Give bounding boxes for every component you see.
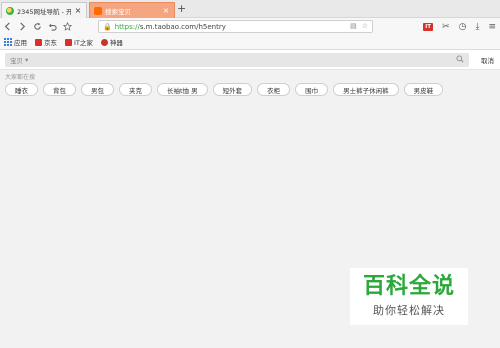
hot-search-chips: 睡衣 背包 男包 夹克 长袖t恤 男 短外套 衣柜 围巾 男士裤子休闲裤 男皮鞋 (5, 83, 444, 96)
it-extension-icon[interactable]: IT (423, 22, 434, 31)
reload-icon (34, 22, 41, 30)
search-type-select[interactable]: 宝贝 ▾ (10, 55, 28, 65)
cancel-button[interactable]: 取消 (481, 55, 494, 65)
history-icon[interactable]: ◷ (459, 22, 467, 32)
tab-2345[interactable]: 2345网址导航 - 开创中国 × (1, 2, 87, 18)
back-button[interactable] (0, 19, 15, 34)
search-chip[interactable]: 背包 (43, 83, 76, 96)
2345-icon (6, 6, 14, 15)
undo-button[interactable] (45, 19, 60, 34)
bookmark-apps[interactable]: 应用 (4, 37, 27, 47)
close-tab-icon[interactable]: × (74, 6, 82, 15)
search-chip[interactable]: 男皮鞋 (403, 83, 444, 96)
search-chip[interactable]: 睡衣 (5, 83, 38, 96)
search-icon[interactable] (456, 55, 464, 65)
back-icon (4, 22, 10, 31)
search-chip[interactable]: 夹克 (119, 83, 152, 96)
menu-icon[interactable]: ≡ (488, 22, 496, 32)
bookmark-star-icon[interactable]: ☆ (362, 22, 368, 30)
search-chip[interactable]: 衣柜 (257, 83, 291, 96)
search-input[interactable]: 宝贝 ▾ (5, 53, 469, 67)
tab-label: 搜索宝贝 (105, 7, 131, 16)
bookmark-ithome[interactable]: IT之家 (65, 37, 93, 47)
star-icon (63, 22, 72, 31)
scissors-icon[interactable]: ✂ (442, 22, 450, 32)
nav-bar: 🔒 https://s.m.taobao.com/h5entry ▤ ☆ IT … (0, 18, 500, 35)
undo-icon (48, 23, 57, 31)
search-chip[interactable]: 长袖t恤 男 (157, 83, 208, 96)
lock-icon: 🔒 (103, 22, 112, 31)
search-chip[interactable]: 男士裤子休闲裤 (333, 83, 399, 96)
search-chip[interactable]: 短外套 (212, 83, 253, 96)
new-tab-button[interactable]: + (177, 3, 186, 15)
watermark-title: 百科全说 (362, 274, 455, 299)
close-tab-icon[interactable]: × (162, 6, 170, 15)
jd-icon (35, 38, 42, 46)
forward-button[interactable] (15, 19, 30, 34)
download-icon[interactable]: ⤓ (475, 22, 479, 32)
address-bar[interactable]: 🔒 https://s.m.taobao.com/h5entry ▤ ☆ (98, 20, 373, 33)
toolbar-right: IT ✂ ◷ ⤓ ≡ (423, 20, 496, 33)
hot-search-title: 大家都在搜 (5, 74, 36, 81)
search-bar: 宝贝 ▾ 取消 (0, 50, 500, 70)
shenqi-icon (100, 38, 108, 46)
tab-label: 2345网址导航 - 开创中国 (17, 7, 71, 16)
ithome-icon (65, 38, 72, 46)
chevron-down-icon: ▾ (25, 56, 29, 64)
watermark-logo: 百科全说 助你轻松解决 (350, 268, 468, 325)
bookmark-jd[interactable]: 京东 (35, 37, 57, 47)
watermark-subtitle: 助你轻松解决 (373, 304, 445, 317)
search-chip[interactable]: 围巾 (295, 83, 329, 96)
tab-taobao-search[interactable]: 搜索宝贝 × (89, 2, 175, 18)
favorite-button[interactable] (60, 19, 75, 34)
page-icon[interactable]: ▤ (350, 22, 357, 30)
forward-icon (20, 22, 26, 31)
search-chip[interactable]: 男包 (81, 83, 114, 96)
apps-grid-icon (4, 38, 12, 46)
bookmarks-bar: 应用 京东 IT之家 神器 (0, 35, 500, 50)
bookmark-shenqi[interactable]: 神器 (100, 37, 123, 47)
tab-strip: 2345网址导航 - 开创中国 × 搜索宝贝 × + (0, 0, 500, 18)
address-url[interactable]: https://s.m.taobao.com/h5entry (115, 23, 226, 31)
reload-button[interactable] (30, 19, 45, 34)
taobao-icon (94, 6, 102, 15)
